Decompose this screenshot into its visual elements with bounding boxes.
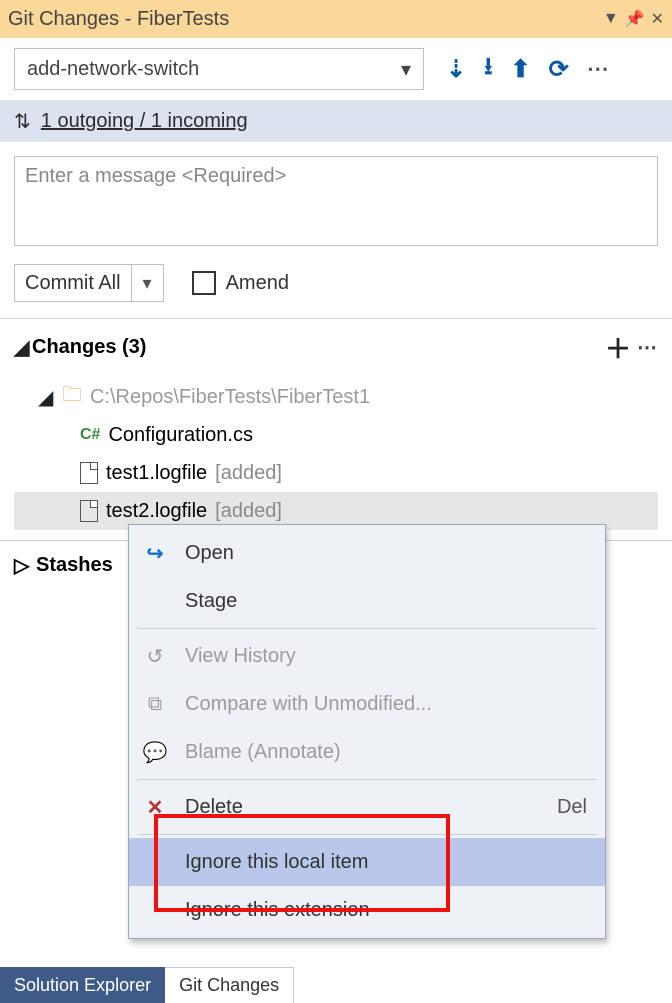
sync-link[interactable]: 1 outgoing / 1 incoming — [41, 110, 248, 133]
commit-all-label: Commit All — [14, 264, 132, 302]
file-name: Configuration.cs — [108, 424, 253, 447]
sync-status-bar[interactable]: ⇅ 1 outgoing / 1 incoming — [0, 100, 672, 142]
context-menu: ↪ Open Stage ↺ View History ⧉ Compare wi… — [128, 524, 606, 939]
tab-solution-explorer[interactable]: Solution Explorer — [0, 967, 165, 1003]
separator — [137, 628, 597, 629]
file-row[interactable]: test1.logfile [added] — [14, 454, 658, 492]
close-icon[interactable]: ✕ — [651, 9, 664, 29]
changes-tree: ◢ 🗀 C:\Repos\FiberTests\FiberTest1 C# Co… — [0, 372, 672, 540]
more-icon[interactable]: ⋯ — [587, 56, 609, 82]
branch-select[interactable]: add-network-switch ▾ — [14, 48, 424, 90]
file-name: test2.logfile — [106, 500, 207, 523]
window-controls: ▼ 📌 ✕ — [603, 9, 664, 29]
commit-row: Commit All ▾ Amend — [0, 260, 672, 318]
expand-icon[interactable]: ▷ — [14, 553, 30, 578]
ctx-open[interactable]: ↪ Open — [129, 529, 605, 577]
chevron-down-icon: ▾ — [401, 57, 411, 82]
sync-arrows-icon: ⇅ — [14, 109, 31, 134]
expand-icon[interactable]: ◢ — [38, 385, 54, 410]
file-name: test1.logfile — [106, 462, 207, 485]
title-bar: Git Changes - FiberTests ▼ 📌 ✕ — [0, 0, 672, 38]
ctx-ignore-extension[interactable]: Ignore this extension — [129, 886, 605, 934]
ctx-compare: ⧉ Compare with Unmodified... — [129, 680, 605, 728]
commit-message-placeholder: Enter a message <Required> — [25, 165, 286, 187]
file-status: [added] — [215, 462, 282, 485]
tab-label: Solution Explorer — [14, 975, 151, 996]
history-icon: ↺ — [141, 644, 169, 669]
file-status: [added] — [215, 500, 282, 523]
blame-icon: 💬 — [141, 740, 169, 765]
file-icon — [80, 462, 98, 484]
pull-icon[interactable]: ⭳ — [484, 49, 492, 90]
fetch-icon[interactable]: ⇣ — [446, 55, 466, 84]
shortcut-text: Del — [557, 796, 587, 819]
commit-all-button[interactable]: Commit All ▾ — [14, 264, 164, 302]
file-icon — [80, 500, 98, 522]
folder-path: C:\Repos\FiberTests\FiberTest1 — [90, 386, 370, 409]
folder-row[interactable]: ◢ 🗀 C:\Repos\FiberTests\FiberTest1 — [14, 378, 658, 416]
changes-title: Changes (3) — [32, 336, 599, 359]
tab-label: Git Changes — [179, 975, 279, 996]
stage-all-icon[interactable]: ＋ — [599, 329, 637, 366]
separator — [137, 779, 597, 780]
pin-icon[interactable]: 📌 — [625, 9, 645, 29]
tab-git-changes[interactable]: Git Changes — [165, 967, 294, 1003]
ctx-delete[interactable]: ✕ Delete Del — [129, 783, 605, 831]
delete-icon: ✕ — [141, 795, 169, 820]
ctx-ignore-item[interactable]: Ignore this local item — [129, 838, 605, 886]
amend-label: Amend — [226, 272, 289, 295]
amend-option[interactable]: Amend — [192, 271, 289, 295]
csharp-icon: C# — [80, 426, 100, 444]
changes-section-header[interactable]: ◢ Changes (3) ＋ ⋯ — [0, 318, 672, 372]
expand-icon[interactable]: ◢ — [14, 335, 32, 360]
ctx-blame: 💬 Blame (Annotate) — [129, 728, 605, 776]
commit-message-input[interactable]: Enter a message <Required> — [14, 156, 658, 246]
commit-dropdown-icon[interactable]: ▾ — [132, 264, 164, 302]
dropdown-icon[interactable]: ▼ — [603, 10, 619, 28]
open-icon: ↪ — [141, 541, 169, 566]
toolbar: add-network-switch ▾ ⇣ ⭳ ⬆ ⟳ ⋯ — [0, 38, 672, 100]
toolbar-actions: ⇣ ⭳ ⬆ ⟳ ⋯ — [436, 49, 658, 90]
window-title: Git Changes - FiberTests — [8, 8, 603, 31]
stashes-title: Stashes — [36, 554, 113, 577]
commit-message-area: Enter a message <Required> — [0, 142, 672, 260]
ctx-view-history: ↺ View History — [129, 632, 605, 680]
bottom-tabs: Solution Explorer Git Changes — [0, 967, 294, 1003]
changes-more-icon[interactable]: ⋯ — [637, 335, 658, 360]
ctx-stage[interactable]: Stage — [129, 577, 605, 625]
sync-icon[interactable]: ⟳ — [549, 55, 569, 84]
folder-icon: 🗀 — [62, 380, 82, 414]
compare-icon: ⧉ — [141, 693, 169, 716]
separator — [137, 834, 597, 835]
file-row[interactable]: C# Configuration.cs — [14, 416, 658, 454]
branch-name: add-network-switch — [27, 58, 199, 81]
amend-checkbox[interactable] — [192, 271, 216, 295]
push-icon[interactable]: ⬆ — [511, 55, 531, 84]
